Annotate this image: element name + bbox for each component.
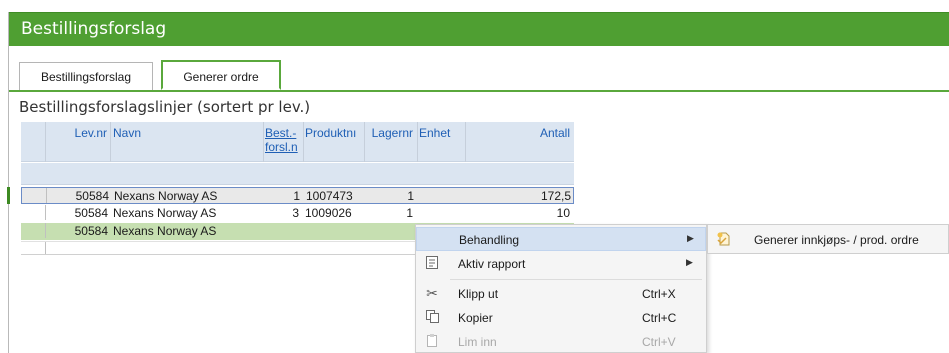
cell-produktnr: 1007473 xyxy=(306,189,353,203)
cell-navn: Nexans Norway AS xyxy=(113,206,217,220)
header-lagernr[interactable]: Lagernr xyxy=(367,126,413,140)
menu-item-label: Behandling xyxy=(459,233,520,247)
tab-bar: Bestillingsforslag Generer ordre xyxy=(9,46,949,92)
top-strip xyxy=(0,0,949,12)
tab-generer-ordre[interactable]: Generer ordre xyxy=(161,60,281,90)
cell-bestforsl: 3 xyxy=(292,206,299,220)
header-sep xyxy=(417,122,418,162)
cell-levnr: 50584 xyxy=(74,206,108,220)
window-title: Bestillingsforslag xyxy=(21,19,167,39)
header-levnr[interactable]: Lev.nr xyxy=(46,126,110,140)
header-antall[interactable]: Antall xyxy=(467,126,570,140)
menu-item-aktiv-rapport[interactable]: Aktiv rapport ▶ xyxy=(416,252,706,276)
submenu-arrow-icon: ▶ xyxy=(687,233,694,243)
filter-row[interactable] xyxy=(21,163,574,185)
header-sep xyxy=(364,122,365,162)
header-sep xyxy=(465,122,466,162)
tab-underline xyxy=(9,90,949,92)
tab-bestillingsforslag[interactable]: Bestillingsforslag xyxy=(19,62,153,90)
header-bestforsl-line1: Best.- xyxy=(265,126,297,140)
context-menu: Behandling ▶ Aktiv rapport ▶ ✂ Klipp ut … xyxy=(415,224,707,353)
menu-item-kopier[interactable]: Kopier Ctrl+C xyxy=(416,306,706,330)
header-bestforsl-line2: forsl.n xyxy=(265,140,298,154)
menu-separator xyxy=(450,279,702,280)
scissors-icon: ✂ xyxy=(426,285,438,301)
header-produktnr[interactable]: Produktnı xyxy=(305,126,363,140)
menu-item-shortcut: Ctrl+C xyxy=(642,311,677,325)
table-row[interactable]: 50584 Nexans Norway AS 1 1007473 1 172,5 xyxy=(21,187,574,204)
cell-antall: 172,5 xyxy=(540,189,571,203)
grid-header: Lev.nr Navn Best.- forsl.n Produktnı Lag… xyxy=(21,122,574,162)
menu-item-label: Lim inn xyxy=(458,335,497,349)
submenu-arrow-icon: ▶ xyxy=(686,257,693,267)
cell-levnr: 50584 xyxy=(75,189,109,203)
header-sep xyxy=(110,122,111,162)
cell-bestforsl: 1 xyxy=(293,189,300,203)
cell-produktnr: 1009026 xyxy=(305,206,352,220)
cell-lagernr: 1 xyxy=(407,189,414,203)
header-bestforsl[interactable]: Best.- forsl.n xyxy=(265,126,303,154)
row-indicator xyxy=(21,205,46,220)
row-indicator-header xyxy=(21,122,46,162)
cell-levnr: 50584 xyxy=(74,224,108,238)
cell-navn: Nexans Norway AS xyxy=(114,189,218,203)
header-navn[interactable]: Navn xyxy=(113,126,263,140)
title-bar: Bestillingsforslag xyxy=(9,12,949,46)
menu-item-shortcut: Ctrl+V xyxy=(642,335,676,349)
menu-item-label: Klipp ut xyxy=(458,287,499,301)
header-enhet[interactable]: Enhet xyxy=(419,126,459,140)
section-title: Bestillingsforslagslinjer (sortert pr le… xyxy=(19,98,311,116)
cell-antall: 10 xyxy=(556,206,570,220)
menu-item-label: Kopier xyxy=(458,311,493,325)
row-indicator xyxy=(21,242,46,254)
behandling-submenu: Generer innkjøps- / prod. ordre xyxy=(707,224,949,254)
current-row-marker xyxy=(7,187,10,204)
table-row[interactable]: 50584 Nexans Norway AS 3 1009026 1 10 xyxy=(21,205,574,222)
menu-item-behandling[interactable]: Behandling ▶ xyxy=(416,227,706,251)
submenu-item-generer-ordre[interactable]: Generer innkjøps- / prod. ordre xyxy=(708,225,948,253)
menu-item-lim-inn[interactable]: Lim inn Ctrl+V xyxy=(416,330,706,353)
generate-order-icon xyxy=(716,231,732,247)
row-indicator xyxy=(21,223,46,238)
header-sep xyxy=(263,122,264,162)
cell-lagernr: 1 xyxy=(406,206,413,220)
menu-item-shortcut: Ctrl+X xyxy=(642,287,676,301)
menu-item-klipp-ut[interactable]: ✂ Klipp ut Ctrl+X xyxy=(416,282,706,306)
cell-navn: Nexans Norway AS xyxy=(113,224,217,238)
paste-icon xyxy=(424,333,440,349)
submenu-item-label: Generer innkjøps- / prod. ordre xyxy=(754,233,919,247)
header-sep xyxy=(303,122,304,162)
row-indicator xyxy=(22,188,47,203)
copy-icon xyxy=(424,309,440,325)
menu-item-label: Aktiv rapport xyxy=(458,257,526,271)
report-icon xyxy=(424,255,440,271)
